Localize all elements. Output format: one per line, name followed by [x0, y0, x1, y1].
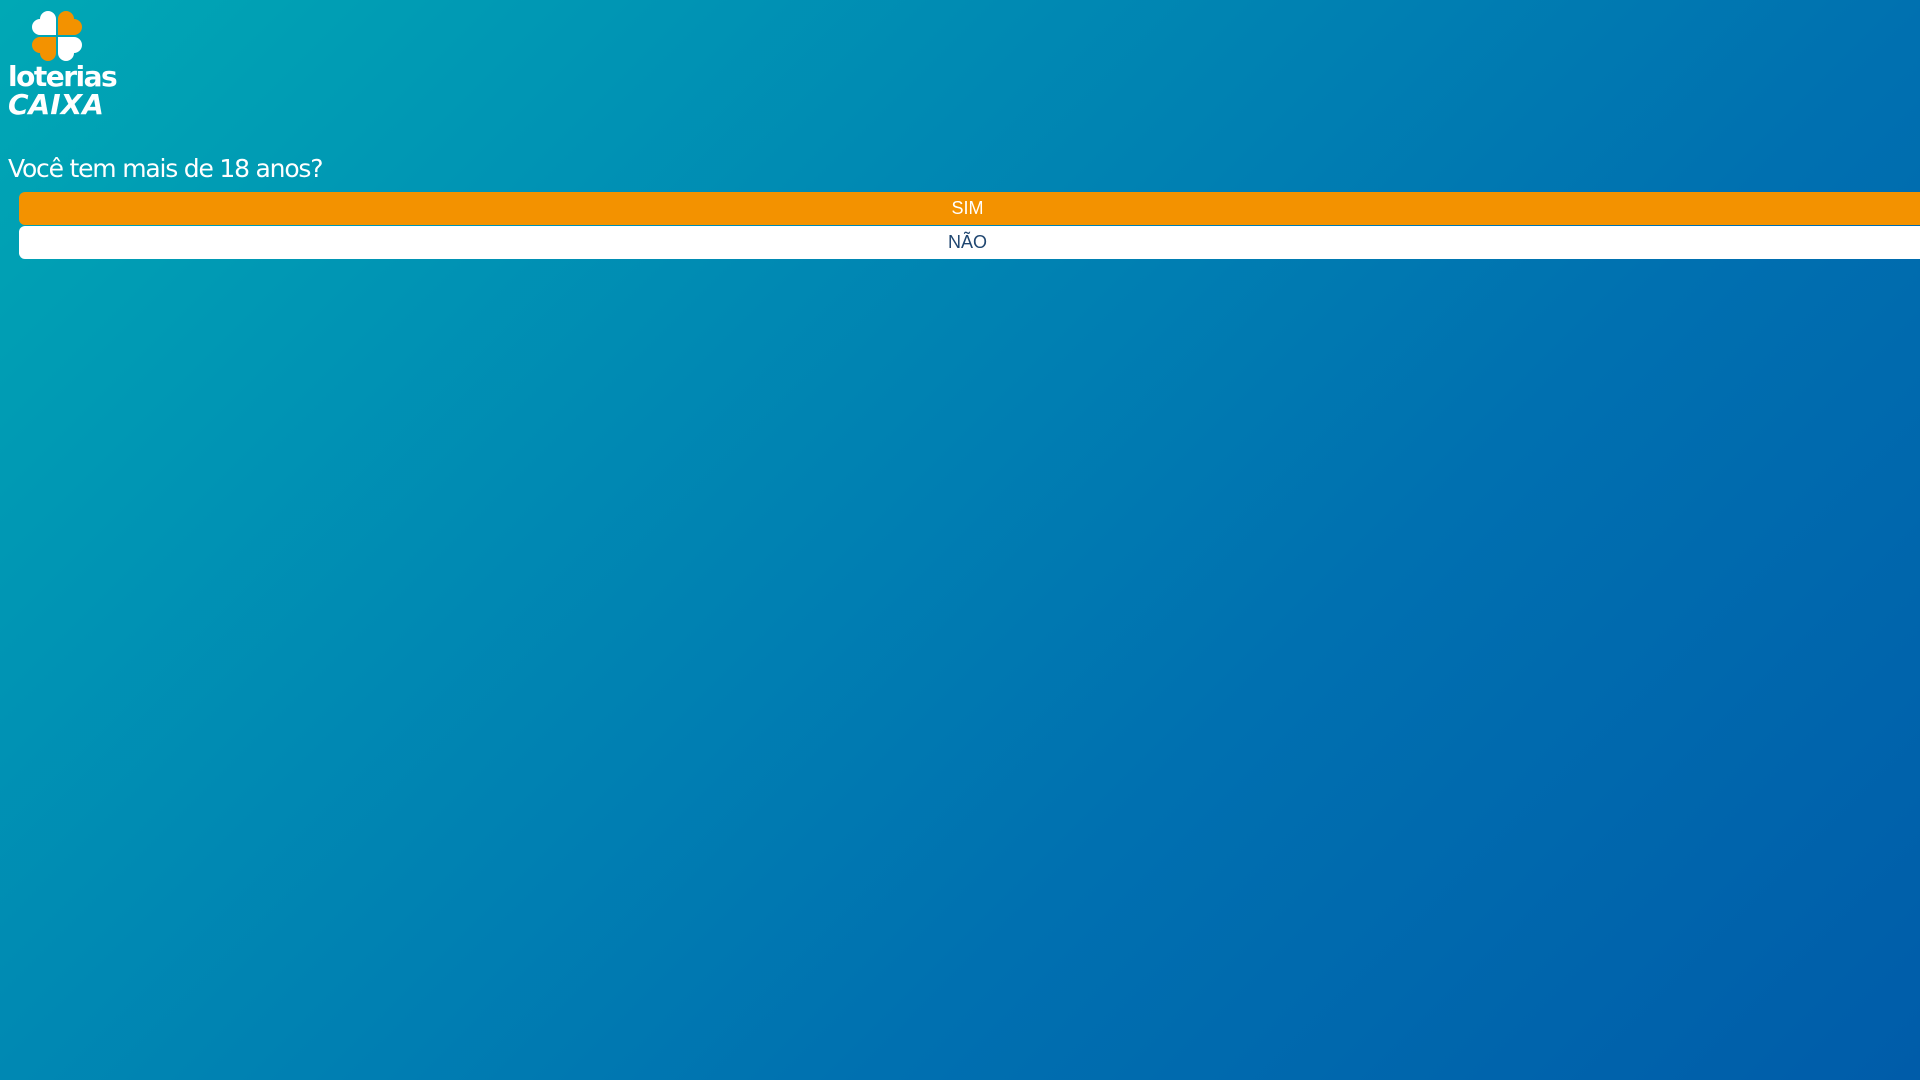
logo-text: loterias CAIXA — [8, 60, 118, 121]
logo-text-caixa: CAIXA — [8, 88, 104, 121]
loterias-caixa-logo: loterias CAIXA — [8, 7, 118, 119]
no-button-label: NÃO — [947, 232, 987, 252]
clover-logo-icon — [32, 11, 82, 61]
yes-button-label: SIM — [951, 198, 984, 218]
no-button[interactable]: NÃO — [19, 226, 1920, 259]
yes-button[interactable]: SIM — [19, 192, 1920, 225]
age-question: Você tem mais de 18 anos? — [8, 154, 324, 183]
logo-text-loterias: loterias — [8, 60, 118, 93]
